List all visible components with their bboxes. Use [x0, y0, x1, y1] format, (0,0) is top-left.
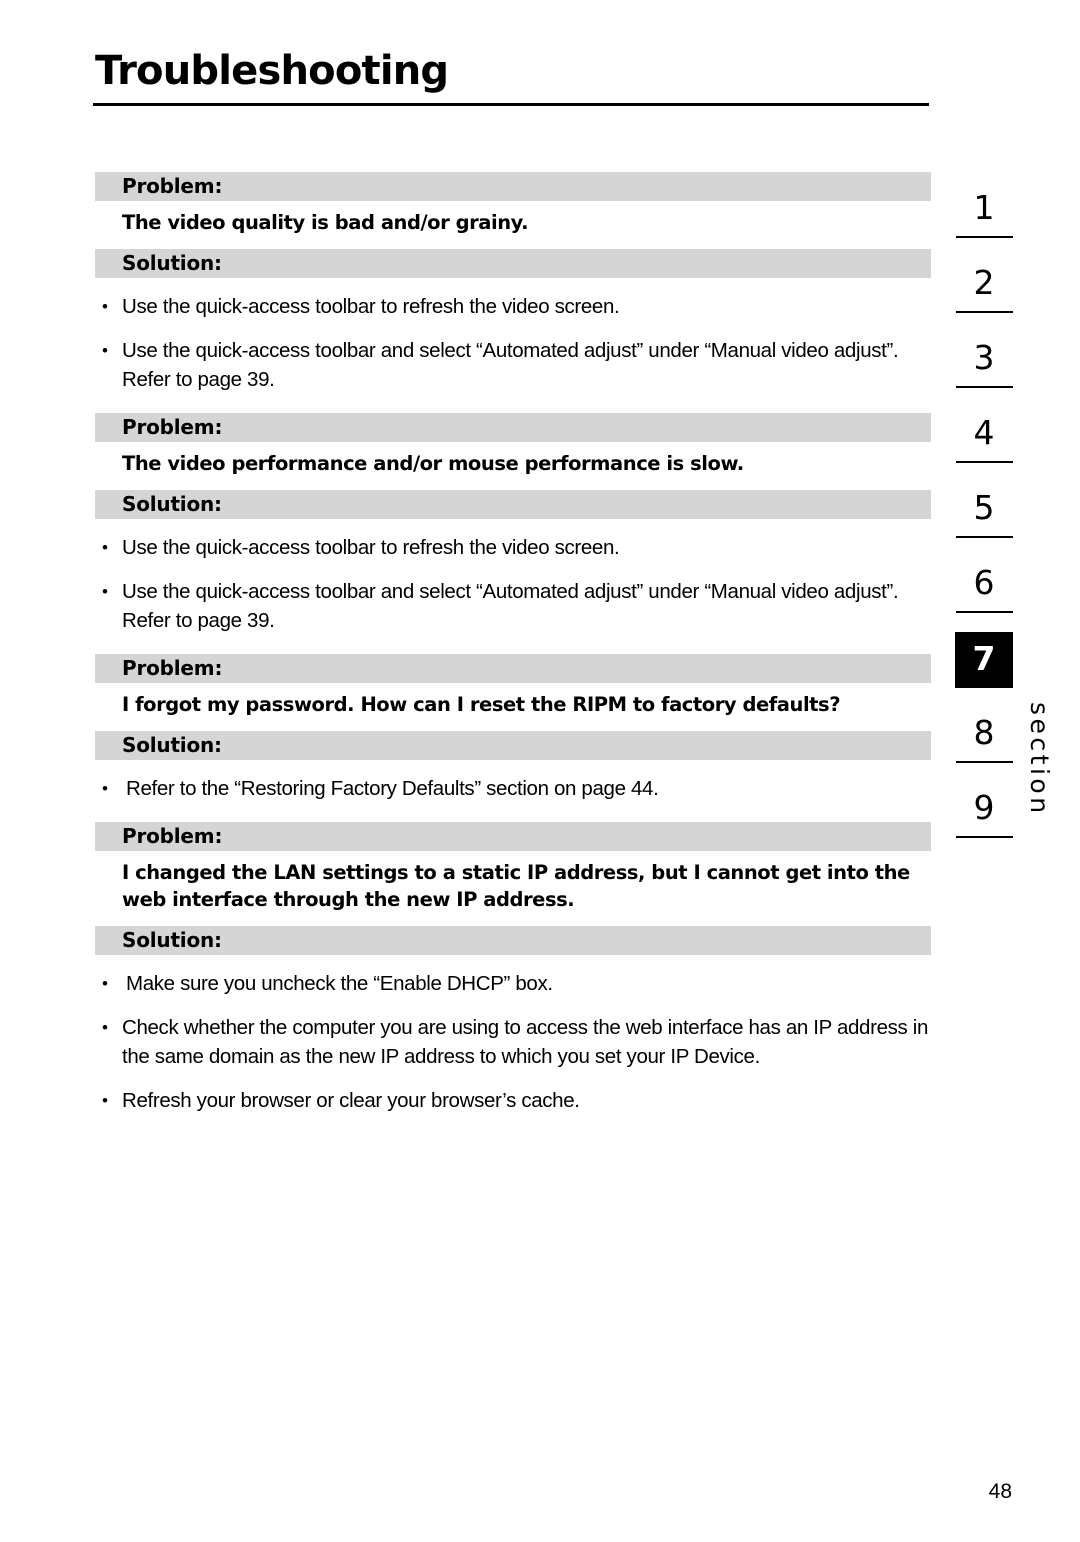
section-tab-number: 7	[972, 639, 996, 678]
section-tab-number: 8	[973, 713, 995, 752]
section-tab-divider	[956, 611, 1013, 613]
solution-item-text: Make sure you uncheck the “Enable DHCP” …	[126, 972, 553, 995]
solution-list: • Refer to the “Restoring Factory Default…	[95, 760, 931, 803]
section-tab-number: 5	[973, 488, 995, 527]
solution-header-bar: Solution:	[95, 926, 931, 955]
bullet-icon: •	[102, 538, 108, 557]
section-label-vertical: section	[1025, 702, 1054, 817]
section-tab-number: 9	[973, 788, 995, 827]
solution-item: • Use the quick-access toolbar and select…	[95, 577, 931, 635]
manual-page: Troubleshooting Problem: The video quali…	[0, 0, 1080, 1542]
solution-item-text: Refer to the “Restoring Factory Defaults…	[126, 777, 659, 800]
bullet-icon: •	[102, 779, 108, 798]
section-tab-1[interactable]: 1	[955, 180, 1013, 255]
section-tab-divider	[956, 461, 1013, 463]
title-underline-rule	[93, 103, 929, 106]
section-tab-6[interactable]: 6	[955, 555, 1013, 630]
solution-item: • Check whether the computer you are usin…	[95, 1013, 931, 1071]
solution-item: • Refer to the “Restoring Factory Default…	[95, 774, 931, 803]
bullet-icon: •	[102, 1018, 108, 1037]
solution-header-bar: Solution:	[95, 249, 931, 278]
section-tab-divider	[956, 836, 1013, 838]
problem-statement: The video performance and/or mouse perfo…	[122, 452, 744, 475]
solution-item-text: Use the quick-access toolbar and select …	[122, 580, 899, 632]
solution-item: • Use the quick-access toolbar and select…	[95, 336, 931, 394]
problem-header-bar: Problem:	[95, 172, 931, 201]
bullet-icon: •	[102, 582, 108, 601]
solution-item: • Use the quick-access toolbar to refresh…	[95, 533, 931, 562]
section-tab-3[interactable]: 3	[955, 330, 1013, 405]
solution-list: • Use the quick-access toolbar to refresh…	[95, 278, 931, 394]
troubleshooting-entry: Problem: I changed the LAN settings to a…	[95, 822, 931, 1115]
solution-item-text: Check whether the computer you are using…	[122, 1016, 929, 1068]
solution-item-text: Use the quick-access toolbar and select …	[122, 339, 899, 391]
solution-item-text: Refresh your browser or clear your brows…	[122, 1089, 580, 1112]
bullet-icon: •	[102, 297, 108, 316]
solution-header-bar: Solution:	[95, 490, 931, 519]
section-tab-number: 2	[973, 263, 995, 302]
solution-item-text: Use the quick-access toolbar to refresh …	[122, 295, 620, 318]
section-tab-2[interactable]: 2	[955, 255, 1013, 330]
section-tab-number: 3	[973, 338, 995, 377]
section-tab-7-active[interactable]: 7	[955, 632, 1013, 688]
section-tab-divider	[956, 761, 1013, 763]
problem-statement: The video quality is bad and/or grainy.	[122, 211, 529, 234]
section-tab-divider	[956, 311, 1013, 313]
solution-item: • Refresh your browser or clear your brow…	[95, 1086, 931, 1115]
problem-header-bar: Problem:	[95, 654, 931, 683]
troubleshooting-entry: Problem: I forgot my password. How can I…	[95, 654, 931, 822]
bullet-icon: •	[102, 1091, 108, 1110]
solution-list: • Use the quick-access toolbar to refresh…	[95, 519, 931, 635]
section-tab-divider	[956, 536, 1013, 538]
section-tab-9[interactable]: 9	[955, 780, 1013, 855]
problem-header-bar: Problem:	[95, 413, 931, 442]
problem-statement: I changed the LAN settings to a static I…	[122, 861, 910, 911]
troubleshooting-entry: Problem: The video quality is bad and/or…	[95, 172, 931, 413]
bullet-icon: •	[102, 974, 108, 993]
section-tab-divider	[956, 236, 1013, 238]
section-tab-number: 4	[973, 413, 995, 452]
page-title: Troubleshooting	[95, 48, 449, 94]
section-tab-divider	[956, 386, 1013, 388]
solution-item: • Make sure you uncheck the “Enable DHCP”…	[95, 969, 931, 998]
page-number: 48	[988, 1480, 1012, 1503]
section-tab-number: 6	[973, 563, 995, 602]
troubleshooting-entry: Problem: The video performance and/or mo…	[95, 413, 931, 654]
section-tab-number: 1	[973, 188, 995, 227]
problem-header-bar: Problem:	[95, 822, 931, 851]
solution-list: • Make sure you uncheck the “Enable DHCP”…	[95, 955, 931, 1115]
section-tab-strip: 1 2 3 4 5 6 7 8 9	[955, 180, 1015, 855]
solution-item-text: Use the quick-access toolbar to refresh …	[122, 536, 620, 559]
solution-item: • Use the quick-access toolbar to refresh…	[95, 292, 931, 321]
troubleshooting-content: Problem: The video quality is bad and/or…	[95, 172, 931, 1115]
section-tab-8[interactable]: 8	[955, 705, 1013, 780]
section-tab-5[interactable]: 5	[955, 480, 1013, 555]
problem-statement: I forgot my password. How can I reset th…	[122, 693, 841, 716]
section-tab-4[interactable]: 4	[955, 405, 1013, 480]
solution-header-bar: Solution:	[95, 731, 931, 760]
bullet-icon: •	[102, 341, 108, 360]
